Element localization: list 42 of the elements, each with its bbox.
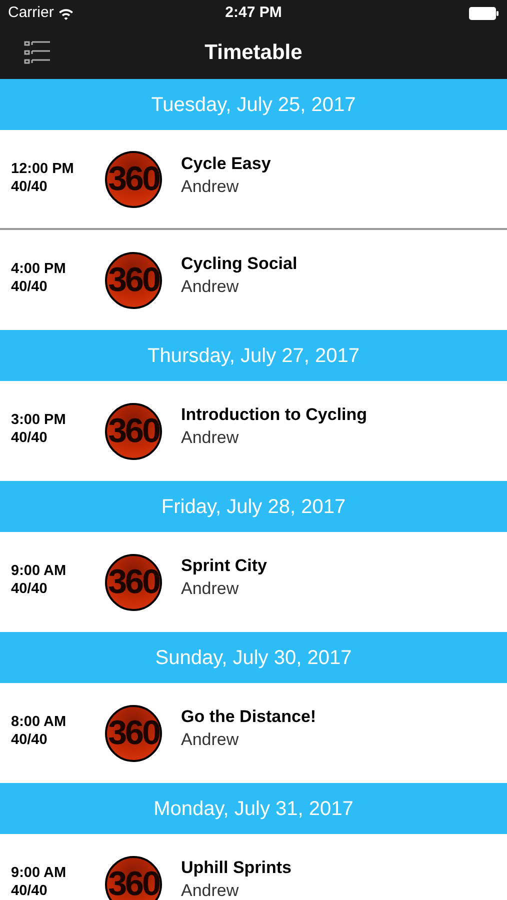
class-name: Sprint City (181, 557, 267, 575)
class-name: Go the Distance! (181, 708, 316, 726)
studio-logo: 360 (105, 704, 162, 762)
studio-logo: 360 (105, 856, 162, 900)
studio-logo: 360 (105, 402, 162, 460)
carrier-label: Carrier (8, 3, 54, 24)
wifi-icon (58, 8, 74, 20)
class-time: 9:00 AM (11, 864, 68, 882)
class-name: Uphill Sprints (181, 859, 292, 877)
class-time: 9:00 AM (11, 562, 68, 580)
battery-icon (469, 7, 499, 20)
date-header: Friday, July 28, 2017 (0, 481, 507, 532)
class-name: Cycling Social (181, 255, 298, 273)
instructor-name: Andrew (181, 882, 240, 900)
date-header: Monday, July 31, 2017 (0, 783, 507, 834)
class-time: 3:00 PM (11, 411, 67, 429)
class-name: Introduction to Cycling (181, 406, 368, 424)
spots-count: 40/40 (11, 580, 48, 598)
spots-count: 40/40 (11, 178, 48, 196)
menu-icon (24, 40, 51, 66)
spots-count: 40/40 (11, 429, 48, 447)
screen-title: Timetable (204, 40, 302, 66)
date-header: Sunday, July 30, 2017 (0, 632, 507, 683)
clock-time: 2:47 PM (225, 3, 282, 24)
studio-logo: 360 (105, 554, 162, 610)
class-name: Cycle Easy (181, 155, 271, 173)
class-time: 12:00 PM (11, 160, 75, 178)
date-header: Tuesday, July 25, 2017 (0, 79, 507, 130)
class-time: 4:00 PM (11, 260, 67, 278)
spots-count: 40/40 (11, 278, 48, 296)
class-time: 8:00 AM (11, 713, 68, 731)
instructor-name: Andrew (181, 178, 240, 196)
studio-logo: 360 (105, 150, 162, 208)
instructor-name: Andrew (181, 278, 240, 296)
spots-count: 40/40 (11, 882, 48, 900)
date-header: Thursday, July 27, 2017 (0, 330, 507, 381)
studio-logo: 360 (105, 252, 162, 308)
menu-button[interactable] (24, 40, 51, 66)
instructor-name: Andrew (181, 731, 240, 749)
instructor-name: Andrew (181, 580, 240, 598)
instructor-name: Andrew (181, 429, 240, 447)
spots-count: 40/40 (11, 731, 48, 749)
